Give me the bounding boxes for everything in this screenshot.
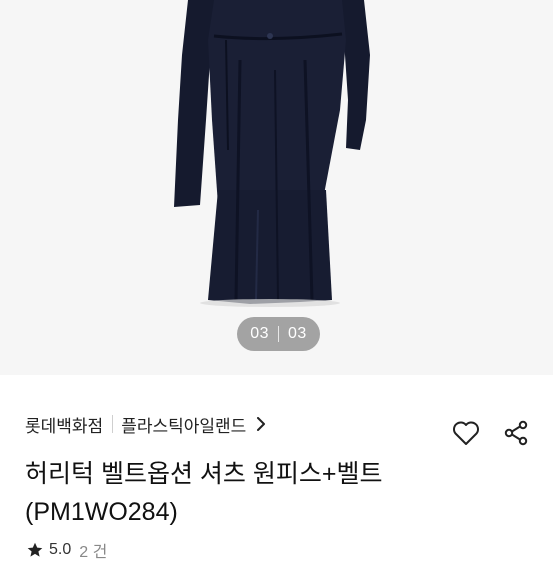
rating-score: 5.0 (49, 541, 72, 558)
breadcrumb-divider (112, 415, 114, 433)
rating-summary[interactable]: 5.0 2 건 (27, 538, 107, 562)
heart-icon (453, 421, 479, 445)
pager-divider (278, 326, 279, 342)
wishlist-button[interactable] (451, 418, 481, 448)
share-icon (504, 420, 528, 446)
brand-name[interactable]: 플라스틱아일랜드 (121, 412, 246, 437)
pager-total: 03 (288, 325, 307, 342)
star-icon (27, 542, 43, 557)
product-image-gallery[interactable]: 03 03 (0, 0, 553, 375)
store-name[interactable]: 롯데백화점 (25, 412, 103, 437)
review-count: 2 건 (79, 544, 108, 561)
action-icons (451, 418, 531, 448)
chevron-right-icon[interactable] (256, 417, 266, 431)
share-button[interactable] (501, 418, 531, 448)
pager-current: 03 (250, 325, 269, 342)
image-pager: 03 03 (237, 317, 320, 351)
product-title: 허리턱 벨트옵션 셔츠 원피스+벨트 (PM1WO284) (25, 455, 525, 531)
product-title-line1: 허리턱 벨트옵션 셔츠 원피스+벨트 (25, 460, 383, 488)
product-title-line2: (PM1WO284) (25, 498, 178, 526)
breadcrumb: 롯데백화점 플라스틱아일랜드 (25, 412, 266, 436)
